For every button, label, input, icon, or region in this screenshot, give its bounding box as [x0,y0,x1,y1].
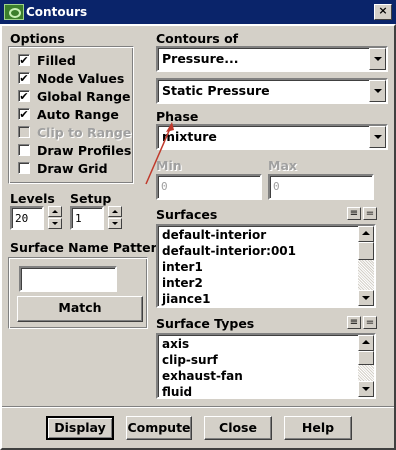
annotation-arrow-head [166,122,174,132]
annotation-arrow-line [145,123,173,185]
annotation-arrow [145,122,174,185]
